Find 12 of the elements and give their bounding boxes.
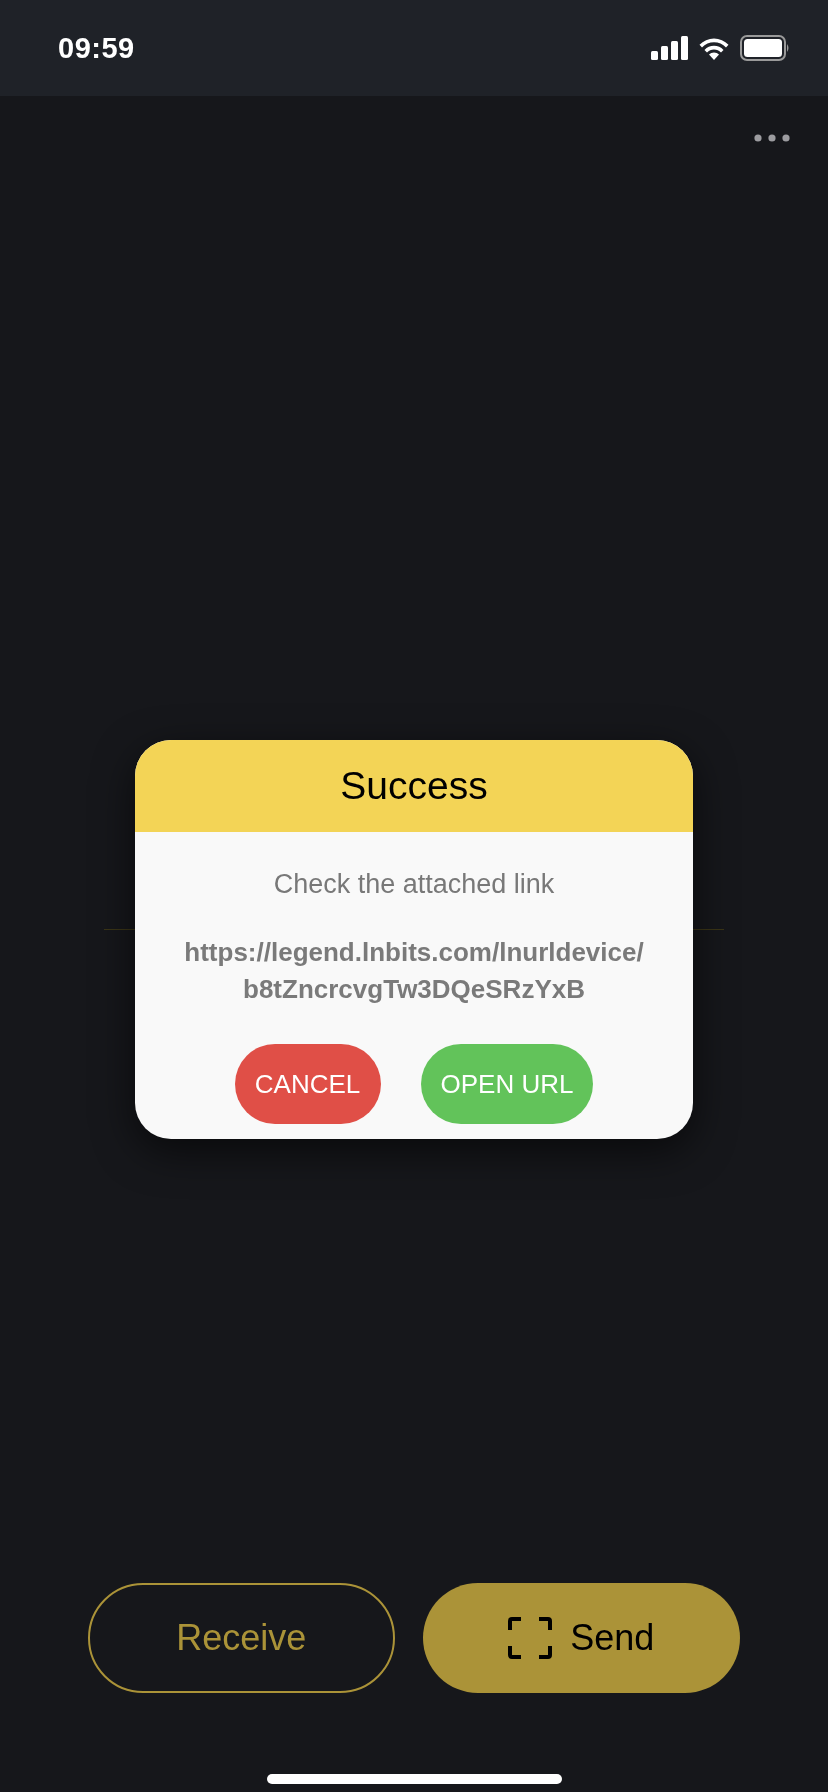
cancel-button[interactable]: CANCEL: [234, 1044, 381, 1124]
signal-icon: [651, 36, 688, 60]
battery-icon: [740, 35, 790, 61]
wifi-icon: [698, 36, 730, 60]
dialog-message: Check the attached link: [273, 869, 555, 900]
url-text: https://legend.lnbits.com/lnurldevice/ b8tZncrcvgTw3DQeSRzYxB: [183, 936, 645, 1006]
send-button[interactable]: Send: [422, 1583, 740, 1693]
receive-button[interactable]: Receive: [88, 1583, 395, 1693]
scan-icon: [508, 1617, 553, 1659]
more-icon[interactable]: [754, 134, 790, 142]
status-time: 09:59: [58, 31, 135, 65]
dialog-title: Success: [340, 764, 488, 808]
